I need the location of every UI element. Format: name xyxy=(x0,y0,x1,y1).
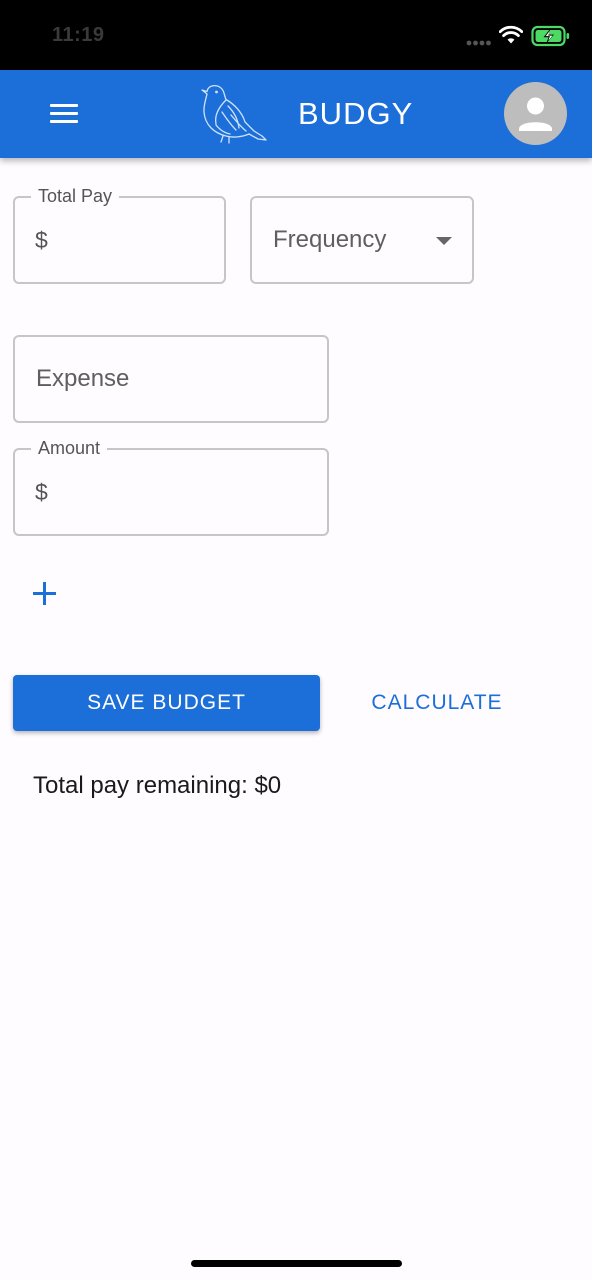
total-pay-label: Total Pay xyxy=(31,186,120,206)
frequency-select[interactable]: Frequency xyxy=(250,196,474,284)
amount-field[interactable]: Amount $ xyxy=(13,438,329,536)
expense-field[interactable]: Expense xyxy=(13,335,329,423)
dropdown-arrow-icon xyxy=(436,237,452,245)
status-bar: 11:19 xyxy=(0,0,592,70)
status-time: 11:19 xyxy=(52,24,105,46)
cellular-signal-icon xyxy=(466,40,491,46)
avatar[interactable] xyxy=(504,82,567,145)
person-icon xyxy=(519,97,552,131)
total-pay-currency-prefix: $ xyxy=(35,227,48,253)
amount-currency-prefix: $ xyxy=(35,479,48,505)
plus-icon[interactable] xyxy=(26,574,64,612)
calculate-button[interactable]: CALCULATE xyxy=(352,675,522,731)
app-bar: BUDGY xyxy=(0,70,592,158)
bird-logo-icon xyxy=(201,85,267,144)
amount-label: Amount xyxy=(31,438,108,458)
expense-placeholder: Expense xyxy=(36,365,130,392)
home-indicator[interactable] xyxy=(191,1260,402,1267)
app-screen: 11:19 BUDGY Total Pay $ Frequency Expens… xyxy=(0,0,592,1280)
app-title: BUDGY xyxy=(298,96,414,131)
total-pay-field[interactable]: Total Pay $ xyxy=(13,186,226,284)
save-budget-button[interactable]: SAVE BUDGET xyxy=(13,675,320,731)
wifi-icon xyxy=(499,25,523,44)
total-pay-remaining: Total pay remaining: $0 xyxy=(33,772,282,799)
battery-charging-icon xyxy=(531,25,570,47)
hamburger-menu-icon[interactable] xyxy=(36,94,92,134)
frequency-placeholder: Frequency xyxy=(273,226,387,253)
